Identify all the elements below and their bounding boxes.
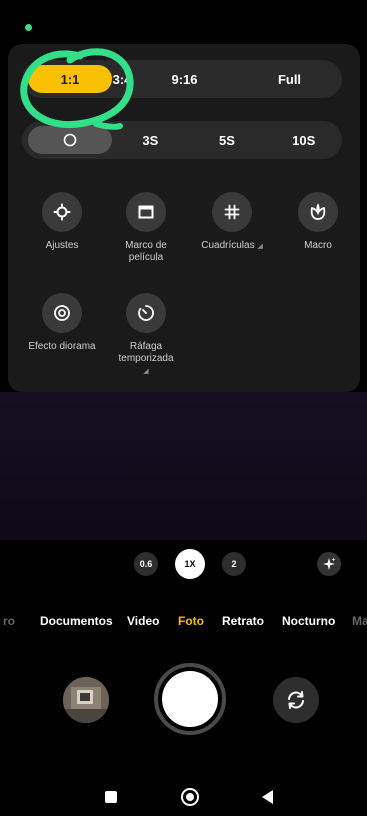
- mode-next-partial[interactable]: Ma: [352, 614, 367, 628]
- timer-10s-button[interactable]: 10S: [265, 121, 342, 159]
- mode-selector: ro Documentos Video Foto Retrato Nocturn…: [0, 614, 367, 634]
- burst-timer-icon: [138, 305, 154, 321]
- gallery-photo-icon: [63, 677, 109, 723]
- ajustes-button[interactable]: [42, 192, 82, 232]
- zoom-0-6-button[interactable]: 0.6: [134, 552, 158, 576]
- grid-icon: [224, 204, 240, 220]
- ajustes-label: Ajustes: [45, 240, 79, 251]
- adjust-icon: [53, 203, 71, 221]
- diorama-label: Efecto diorama: [28, 341, 96, 352]
- cuadriculas-button[interactable]: [212, 192, 252, 232]
- ai-scene-button[interactable]: [317, 552, 341, 576]
- aspect-3-4-button[interactable]: 3:4: [112, 60, 132, 98]
- timer-5s-button[interactable]: 5S: [189, 121, 266, 159]
- mode-nocturno[interactable]: Nocturno: [282, 614, 335, 628]
- home-button[interactable]: [181, 788, 199, 806]
- cuadriculas-option[interactable]: Cuadrículas ◢: [190, 192, 274, 253]
- gallery-thumbnail[interactable]: [63, 677, 109, 723]
- back-button[interactable]: [262, 790, 273, 804]
- zoom-2-button[interactable]: 2: [222, 552, 246, 576]
- camera-flip-icon: [288, 691, 304, 709]
- diorama-button[interactable]: [42, 293, 82, 333]
- shutter-inner: [162, 671, 218, 727]
- recent-apps-button[interactable]: [105, 791, 117, 803]
- aspect-full-button[interactable]: Full: [237, 60, 342, 98]
- marco-label: Marco de película: [125, 240, 167, 263]
- timer-off-button[interactable]: [28, 126, 112, 154]
- macro-flower-icon: [310, 203, 326, 220]
- diorama-option[interactable]: Efecto diorama: [20, 293, 104, 353]
- rafaga-button[interactable]: [126, 293, 166, 333]
- ajustes-option[interactable]: Ajustes: [20, 192, 104, 252]
- status-indicator: [25, 24, 32, 31]
- timer-3s-button[interactable]: 3S: [112, 121, 189, 159]
- expand-corner-icon: ◢: [257, 243, 263, 250]
- diorama-icon: [54, 305, 70, 321]
- aspect-1-1-button[interactable]: 1:1: [28, 65, 112, 93]
- zoom-1x-button[interactable]: 1X: [175, 549, 205, 579]
- rafaga-text: Ráfaga temporizada: [118, 341, 174, 364]
- timer-off-icon: [63, 133, 77, 147]
- cuadriculas-label: Cuadrículas ◢: [190, 240, 274, 253]
- marco-option[interactable]: Marco de película: [104, 192, 188, 264]
- marco-button[interactable]: [126, 192, 166, 232]
- rafaga-label: Ráfaga temporizada ◢: [104, 341, 188, 378]
- rafaga-option[interactable]: Ráfaga temporizada ◢: [104, 293, 188, 378]
- mode-foto[interactable]: Foto: [178, 614, 204, 628]
- aspect-ratio-bar: 1:1 3:4 9:16 Full: [22, 60, 342, 98]
- aspect-9-16-button[interactable]: 9:16: [132, 60, 237, 98]
- cuadriculas-text: Cuadrículas: [201, 240, 255, 251]
- timer-bar: 3S 5S 10S: [22, 121, 342, 159]
- mode-retrato[interactable]: Retrato: [222, 614, 264, 628]
- shutter-button[interactable]: [154, 663, 226, 735]
- camera-preview[interactable]: [0, 392, 367, 540]
- mode-video[interactable]: Video: [127, 614, 159, 628]
- mode-documentos[interactable]: Documentos: [40, 614, 113, 628]
- ai-sparkle-icon: [323, 557, 336, 570]
- macro-button[interactable]: [298, 192, 338, 232]
- mode-prev-partial[interactable]: ro: [3, 614, 15, 628]
- film-frame-icon: [138, 205, 154, 219]
- macro-label: Macro: [304, 240, 332, 251]
- system-nav-bar: [0, 785, 367, 809]
- expand-corner-icon: ◢: [143, 368, 149, 375]
- switch-camera-button[interactable]: [273, 677, 319, 723]
- macro-option[interactable]: Macro: [276, 192, 360, 252]
